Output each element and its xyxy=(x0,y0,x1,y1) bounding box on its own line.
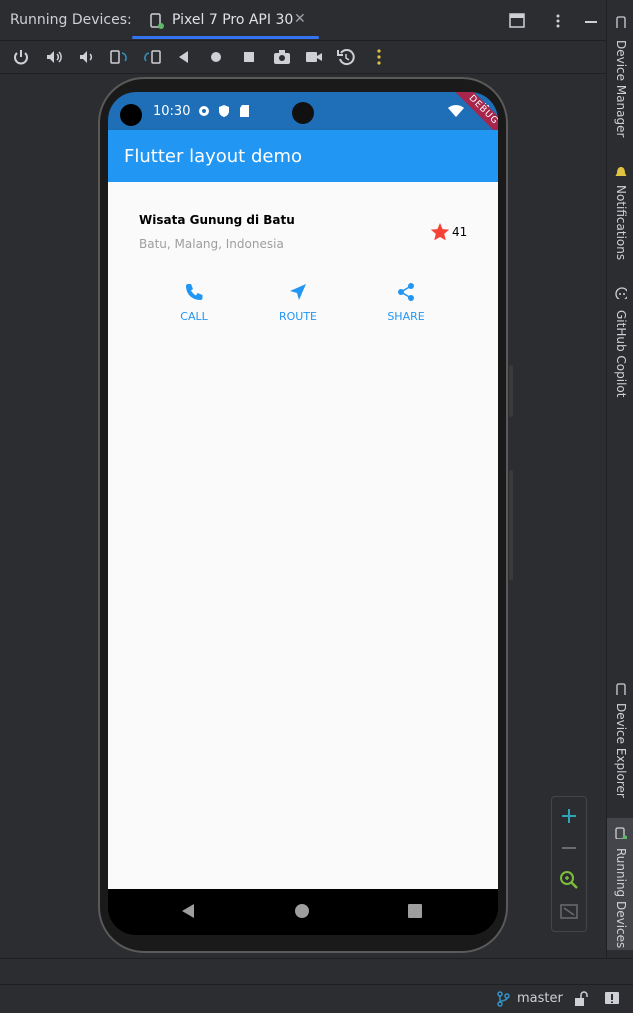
bell-icon xyxy=(615,167,627,176)
copilot-icon xyxy=(615,287,627,299)
status-bar: master xyxy=(0,984,633,1013)
running-devices-icon xyxy=(615,827,627,839)
zoom-actual-size-icon[interactable] xyxy=(559,870,579,890)
phone-screen[interactable]: 10:30 DEBUG Flutter layout demo Wisata G… xyxy=(108,92,498,935)
window-icon[interactable] xyxy=(509,13,525,29)
route-button[interactable]: ROUTE xyxy=(268,282,328,327)
right-tool-strip: Device Manager Notifications GitHub Copi… xyxy=(606,0,633,958)
zoom-in-icon[interactable] xyxy=(560,807,578,825)
volume-down-icon[interactable] xyxy=(77,47,97,67)
more-vertical-icon[interactable] xyxy=(550,13,566,29)
rating-count: 41 xyxy=(452,225,468,239)
running-devices-tab[interactable]: Running Devices xyxy=(607,818,633,950)
reset-icon[interactable] xyxy=(336,47,356,67)
device-toolbar xyxy=(0,41,606,74)
app-body: Wisata Gunung di Batu Batu, Malang, Indo… xyxy=(108,182,498,890)
power-button-frame xyxy=(509,365,513,417)
home-icon[interactable] xyxy=(206,47,226,67)
device-manager-icon xyxy=(616,16,626,28)
git-branch-icon xyxy=(497,991,510,1007)
android-status-bar: 10:30 DEBUG xyxy=(108,92,498,147)
place-subtitle: Batu, Malang, Indonesia xyxy=(139,237,284,251)
android-nav-bar xyxy=(108,889,498,935)
volume-button-frame xyxy=(509,470,513,580)
share-label: SHARE xyxy=(387,310,425,323)
device-explorer-tab[interactable]: Device Explorer xyxy=(614,703,628,798)
tab-underline xyxy=(132,36,319,39)
zoom-panel xyxy=(551,796,587,932)
git-branch-label[interactable]: master xyxy=(517,991,563,1006)
close-icon[interactable]: ✕ xyxy=(294,11,306,27)
bottom-tool-bar xyxy=(0,958,633,985)
rotate-left-icon[interactable] xyxy=(109,47,129,67)
minimize-icon[interactable] xyxy=(583,14,599,28)
wifi-icon xyxy=(448,104,464,117)
settings-icon xyxy=(199,106,209,116)
nav-back-icon[interactable] xyxy=(180,903,196,919)
warning-icon[interactable] xyxy=(604,991,620,1007)
device-icon xyxy=(150,13,164,29)
zoom-fit-icon[interactable] xyxy=(560,904,578,920)
share-button[interactable]: SHARE xyxy=(376,282,436,327)
running-devices-label: Running Devices xyxy=(614,848,628,949)
overview-icon[interactable] xyxy=(239,47,259,67)
route-label: ROUTE xyxy=(278,310,318,323)
device-manager-tab[interactable]: Device Manager xyxy=(614,40,628,137)
device-explorer-icon xyxy=(616,683,626,695)
screenshot-icon[interactable] xyxy=(272,47,292,67)
app-title: Flutter layout demo xyxy=(124,146,303,167)
lock-icon[interactable] xyxy=(574,991,588,1007)
rotate-right-icon[interactable] xyxy=(142,47,162,67)
sd-card-icon xyxy=(240,105,249,117)
shield-icon xyxy=(219,105,229,117)
tab-bar: Running Devices: Pixel 7 Pro API 30 ✕ xyxy=(0,0,606,41)
back-icon[interactable] xyxy=(174,47,194,67)
notifications-tab[interactable]: Notifications xyxy=(614,185,628,260)
call-label: CALL xyxy=(180,310,208,323)
zoom-out-icon[interactable] xyxy=(560,839,578,857)
power-icon[interactable] xyxy=(11,47,31,67)
status-time: 10:30 xyxy=(153,104,191,119)
volume-up-icon[interactable] xyxy=(44,47,64,67)
camera-cutout xyxy=(120,104,142,126)
star-icon[interactable] xyxy=(430,222,450,242)
app-bar: Flutter layout demo xyxy=(108,130,498,182)
place-title: Wisata Gunung di Batu xyxy=(139,213,295,227)
tab-label: Pixel 7 Pro API 30 xyxy=(172,12,294,28)
nav-home-icon[interactable] xyxy=(294,903,310,919)
github-copilot-tab[interactable]: GitHub Copilot xyxy=(614,310,628,397)
front-camera xyxy=(292,102,314,124)
screen-record-icon[interactable] xyxy=(304,47,324,67)
nav-overview-icon[interactable] xyxy=(407,903,423,919)
navigation-icon xyxy=(290,284,306,300)
running-devices-title: Running Devices: xyxy=(10,12,132,28)
tab-pixel-7-pro[interactable]: Pixel 7 Pro API 30 ✕ xyxy=(132,0,319,40)
phone-icon xyxy=(186,284,203,300)
more-icon[interactable] xyxy=(369,47,389,67)
share-icon xyxy=(398,283,414,301)
